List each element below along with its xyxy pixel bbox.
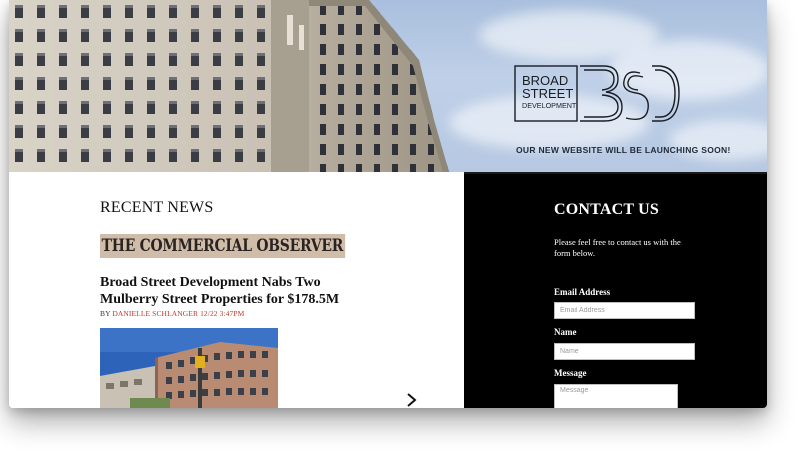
email-field[interactable]: [554, 302, 695, 319]
browser-viewport: BROAD STREET DEVELOPMENT OUR NEW WEBSITE…: [9, 0, 767, 408]
logo-text-development: DEVELOPMENT: [522, 101, 577, 110]
message-label: Message: [554, 368, 587, 378]
news-byline: BY DANIELLE SCHLANGER 12/22 3:47PM: [100, 309, 244, 318]
contact-intro-text: Please feel free to contact us with the …: [554, 237, 681, 258]
byline-date: 12/22 3:47PM: [200, 309, 245, 318]
recent-news-section: RECENT NEWS THE COMMERCIAL OBSERVER Broa…: [9, 172, 464, 408]
message-field[interactable]: [554, 384, 678, 408]
name-field[interactable]: [554, 343, 695, 360]
byline-prefix: BY: [100, 309, 113, 318]
name-label: Name: [554, 327, 577, 337]
news-headline-link[interactable]: Broad Street Development Nabs Two Mulber…: [100, 274, 380, 308]
contact-section: CONTACT US Please feel free to contact u…: [464, 172, 767, 408]
recent-news-heading: RECENT NEWS: [100, 199, 214, 216]
building-photo: [9, 0, 449, 172]
bsd-logo: BROAD STREET DEVELOPMENT: [514, 65, 680, 122]
hero-banner: BROAD STREET DEVELOPMENT OUR NEW WEBSITE…: [9, 0, 767, 172]
byline-author[interactable]: DANIELLE SCHLANGER: [112, 309, 198, 318]
contact-heading: CONTACT US: [554, 201, 659, 218]
launch-tagline: OUR NEW WEBSITE WILL BE LAUNCHING SOON!: [516, 145, 731, 155]
chevron-right-icon[interactable]: [405, 392, 419, 408]
article-photo[interactable]: [100, 328, 278, 408]
news-source-badge: THE COMMERCIAL OBSERVER: [100, 234, 345, 258]
email-label: Email Address: [554, 287, 611, 297]
logo-text-street: STREET: [522, 86, 573, 101]
